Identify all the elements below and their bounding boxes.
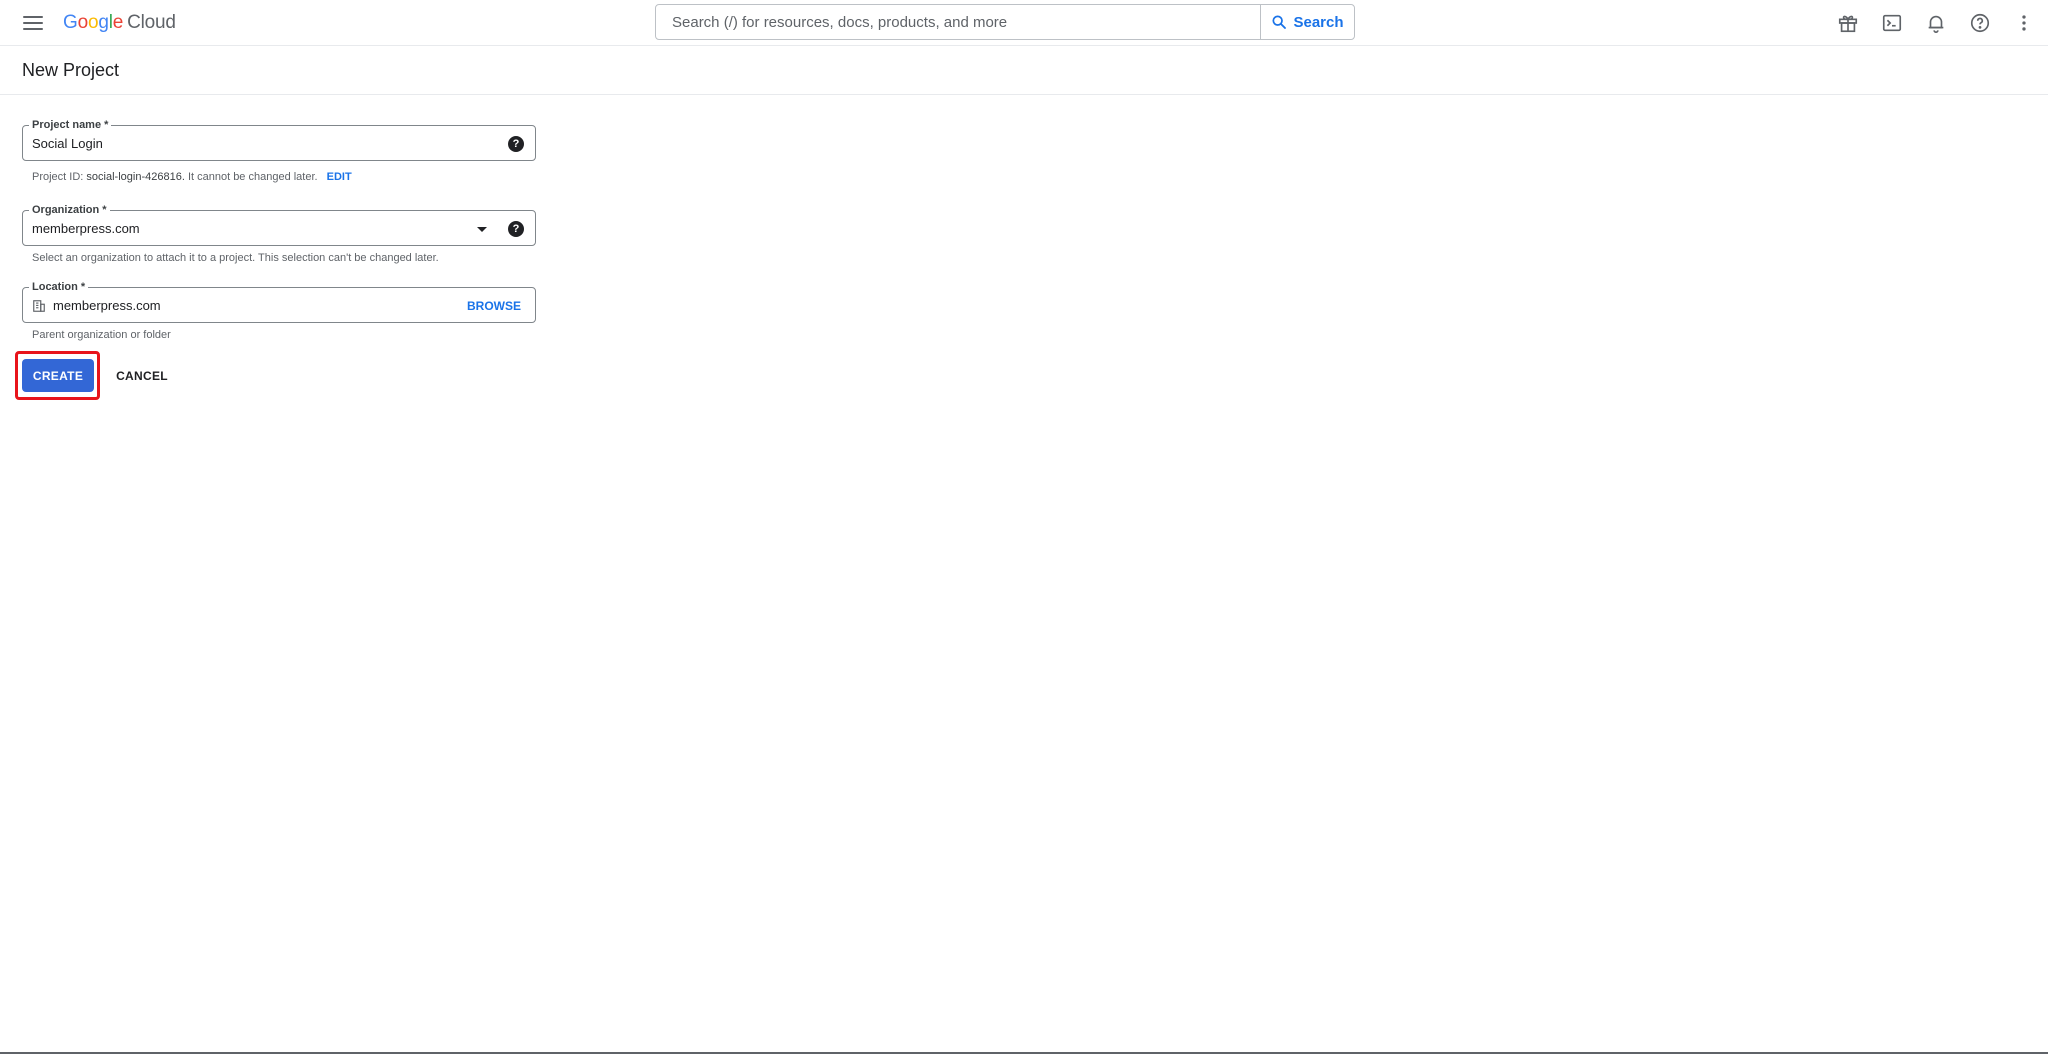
question-icon[interactable]: ? xyxy=(508,221,524,237)
location-value: memberpress.com xyxy=(53,298,161,313)
organization-select[interactable]: Organization * memberpress.com ? xyxy=(22,203,536,246)
help-button[interactable] xyxy=(1958,1,2002,45)
menu-icon[interactable] xyxy=(22,13,44,33)
dropdown-arrow-icon[interactable] xyxy=(477,227,487,232)
organization-value: memberpress.com xyxy=(32,221,140,236)
browse-button[interactable]: BROWSE xyxy=(467,299,521,313)
page-header: New Project xyxy=(0,46,2048,95)
logo-google-text: Google xyxy=(63,12,124,33)
logo-cloud-text: Cloud xyxy=(127,12,176,33)
project-id-prefix: Project ID: xyxy=(32,171,84,183)
search-button[interactable]: Search xyxy=(1260,5,1354,39)
question-icon[interactable]: ? xyxy=(508,136,524,152)
top-bar: Google Cloud Search xyxy=(0,0,2048,46)
top-icons xyxy=(1826,0,2048,46)
page-title: New Project xyxy=(22,60,120,80)
organization-hint: Select an organization to attach it to a… xyxy=(32,252,439,264)
organization-label: Organization * xyxy=(29,203,110,217)
project-name-value[interactable]: Social Login xyxy=(32,136,103,152)
google-cloud-logo[interactable]: Google Cloud xyxy=(63,10,176,36)
project-name-label: Project name * xyxy=(29,118,112,132)
notifications-button[interactable] xyxy=(1914,1,1958,45)
location-hint: Parent organization or folder xyxy=(32,329,171,341)
project-id-value: social-login-426816. xyxy=(86,171,185,183)
project-id-hint: Project ID: social-login-426816. It cann… xyxy=(32,170,352,184)
gift-icon xyxy=(1838,15,1858,33)
search-icon xyxy=(1272,15,1287,29)
project-id-suffix: It cannot be changed later. xyxy=(187,171,318,183)
terminal-icon xyxy=(1882,14,1902,32)
search-input[interactable] xyxy=(656,5,1260,39)
project-name-field[interactable]: Project name * Social Login ? xyxy=(22,118,536,161)
create-button[interactable]: CREATE xyxy=(22,359,94,392)
gift-button[interactable] xyxy=(1826,1,1870,45)
cloud-shell-button[interactable] xyxy=(1870,1,1914,45)
location-label: Location * xyxy=(29,280,89,294)
more-vert-icon xyxy=(2022,15,2026,31)
search-button-label: Search xyxy=(1293,13,1344,31)
cancel-button[interactable]: CANCEL xyxy=(108,359,176,392)
help-circle-icon xyxy=(1970,13,1990,33)
edit-project-id-link[interactable]: EDIT xyxy=(327,171,352,183)
location-field[interactable]: Location * memberpress.com BROWSE xyxy=(22,280,536,323)
more-options-button[interactable] xyxy=(2002,1,2046,45)
building-icon xyxy=(33,300,45,312)
bell-icon xyxy=(1928,15,1944,33)
search-bar: Search xyxy=(655,4,1355,40)
